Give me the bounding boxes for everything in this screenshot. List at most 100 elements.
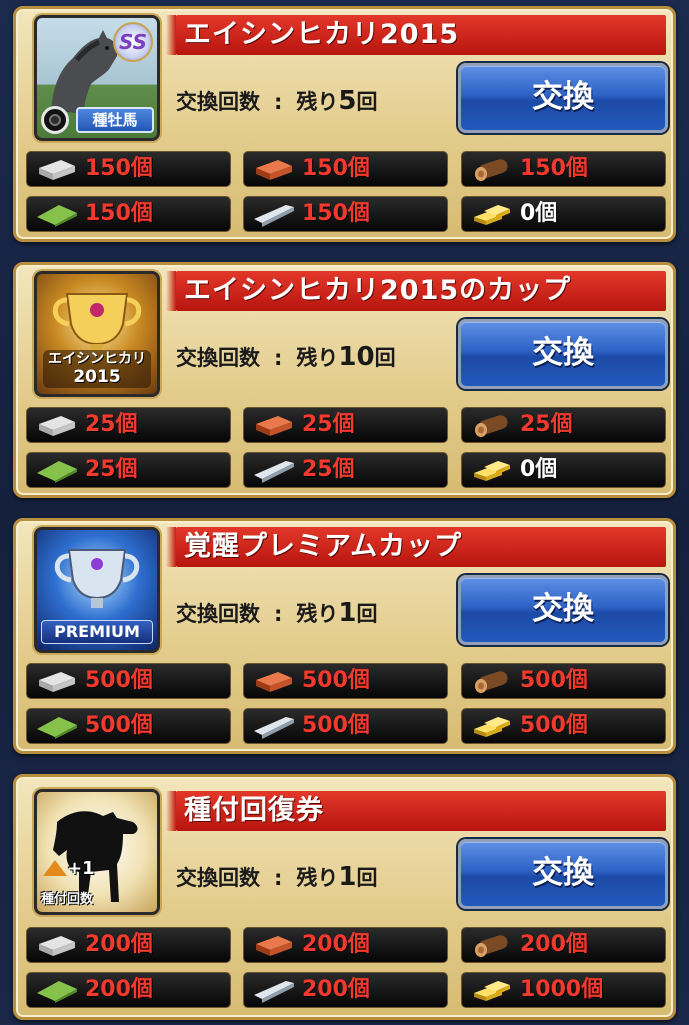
material-amount: 200個 bbox=[520, 932, 588, 957]
material-cost: 500個 bbox=[243, 663, 448, 699]
stallion-tag: 種牡馬 bbox=[76, 107, 154, 133]
remaining-unit: 回 bbox=[374, 346, 396, 370]
premium-cup-thumbnail: PREMIUM bbox=[34, 527, 160, 653]
material-cost: 200個 bbox=[243, 927, 448, 963]
material-amount: 25個 bbox=[302, 457, 355, 482]
turf-roll-icon bbox=[35, 201, 79, 227]
material-amount: 25個 bbox=[85, 457, 138, 482]
material-cost: 25個 bbox=[243, 407, 448, 443]
remaining-prefix: 残り bbox=[296, 602, 339, 626]
material-cost: 500個 bbox=[243, 708, 448, 744]
log-icon bbox=[470, 412, 514, 438]
brick-icon bbox=[252, 932, 296, 958]
brick-icon bbox=[252, 668, 296, 694]
concrete-block-icon bbox=[35, 412, 79, 438]
gold-bar-icon bbox=[470, 201, 514, 227]
material-amount: 500個 bbox=[302, 713, 370, 738]
steel-beam-icon bbox=[252, 977, 296, 1003]
material-cost: 500個 bbox=[461, 663, 666, 699]
exchange-card: PREMIUM 覚醒プレミアムカップ 交換回数: 残り1回 交換 500個 500個… bbox=[13, 518, 676, 754]
material-amount: 0個 bbox=[520, 457, 558, 482]
material-amount: 500個 bbox=[85, 668, 153, 693]
exchange-button[interactable]: 交換 bbox=[458, 575, 668, 645]
exchange-count: 交換回数: 残り1回 bbox=[176, 595, 378, 631]
item-title: エイシンヒカリ2015のカップ bbox=[184, 275, 572, 306]
brick-icon bbox=[252, 156, 296, 182]
remaining-value: 1 bbox=[338, 598, 357, 628]
exchange-card: エイシンヒカリ 2015 エイシンヒカリ2015のカップ 交換回数: 残り10回 … bbox=[13, 262, 676, 498]
exchange-count: 交換回数: 残り5回 bbox=[176, 83, 378, 119]
exchange-count-label: 交換回数 bbox=[176, 90, 260, 114]
exchange-card: SS 種牡馬 エイシンヒカリ2015 交換回数: 残り5回 交換 150個 150個… bbox=[13, 6, 676, 242]
material-amount: 150個 bbox=[85, 156, 153, 181]
cup-label-year: 2015 bbox=[73, 367, 121, 387]
material-amount: 25個 bbox=[85, 412, 138, 437]
material-amount: 500個 bbox=[520, 713, 588, 738]
item-title-bar: エイシンヒカリ2015のカップ bbox=[166, 271, 666, 311]
material-amount: 0個 bbox=[520, 201, 558, 226]
log-icon bbox=[470, 668, 514, 694]
cup-label-name: エイシンヒカリ bbox=[48, 351, 146, 367]
material-grid: 200個 200個 200個 200個 200個 1000個 bbox=[16, 785, 673, 1025]
material-cost: 150個 bbox=[26, 196, 231, 232]
separator: : bbox=[274, 346, 283, 370]
material-amount: 1000個 bbox=[520, 977, 604, 1002]
remaining-value: 5 bbox=[338, 86, 357, 116]
material-cost: 200個 bbox=[243, 972, 448, 1008]
gold-bar-icon bbox=[470, 977, 514, 1003]
remaining-unit: 回 bbox=[356, 602, 378, 626]
ss-badge-label: SS bbox=[118, 30, 148, 54]
material-cost: 150個 bbox=[26, 151, 231, 187]
stallion-thumbnail: SS 種牡馬 bbox=[34, 15, 160, 141]
steel-beam-icon bbox=[252, 713, 296, 739]
material-cost: 25個 bbox=[243, 452, 448, 488]
material-cost: 25個 bbox=[26, 407, 231, 443]
material-amount: 200個 bbox=[302, 932, 370, 957]
exchange-count: 交換回数: 残り10回 bbox=[176, 339, 396, 375]
material-cost: 25個 bbox=[26, 452, 231, 488]
material-amount: 200個 bbox=[302, 977, 370, 1002]
log-icon bbox=[470, 932, 514, 958]
stallion-tag-label: 種牡馬 bbox=[92, 111, 138, 129]
material-amount: 25個 bbox=[520, 412, 573, 437]
turf-roll-icon bbox=[35, 713, 79, 739]
exchange-button[interactable]: 交換 bbox=[458, 319, 668, 389]
material-cost: 150個 bbox=[243, 151, 448, 187]
cup-thumbnail: エイシンヒカリ 2015 bbox=[34, 271, 160, 397]
item-title-bar: エイシンヒカリ2015 bbox=[166, 15, 666, 55]
item-title: エイシンヒカリ2015 bbox=[184, 19, 460, 50]
exchange-card: +1 種付回数 種付回復券 交換回数: 残り1回 交換 200個 200個 200個 2… bbox=[13, 774, 676, 1020]
item-title-bar: 覚醒プレミアムカップ bbox=[166, 527, 666, 567]
material-amount: 150個 bbox=[302, 201, 370, 226]
record-icon bbox=[41, 106, 69, 134]
exchange-count-label: 交換回数 bbox=[176, 346, 260, 370]
turf-roll-icon bbox=[35, 977, 79, 1003]
brick-icon bbox=[252, 412, 296, 438]
material-amount: 150個 bbox=[520, 156, 588, 181]
material-amount: 150個 bbox=[302, 156, 370, 181]
material-cost: 200個 bbox=[26, 927, 231, 963]
material-amount: 500個 bbox=[520, 668, 588, 693]
material-amount: 150個 bbox=[85, 201, 153, 226]
log-icon bbox=[470, 156, 514, 182]
material-cost: 25個 bbox=[461, 407, 666, 443]
separator: : bbox=[274, 90, 283, 114]
concrete-block-icon bbox=[35, 668, 79, 694]
ss-badge: SS bbox=[113, 22, 153, 62]
material-amount: 200個 bbox=[85, 932, 153, 957]
material-amount: 500個 bbox=[302, 668, 370, 693]
exchange-list: SS 種牡馬 エイシンヒカリ2015 交換回数: 残り5回 交換 150個 150個… bbox=[0, 0, 689, 1024]
exchange-count-label: 交換回数 bbox=[176, 602, 260, 626]
separator: : bbox=[274, 602, 283, 626]
material-cost: 0個 bbox=[461, 452, 666, 488]
remaining-prefix: 残り bbox=[296, 346, 339, 370]
material-cost: 0個 bbox=[461, 196, 666, 232]
remaining-unit: 回 bbox=[356, 90, 378, 114]
remaining-prefix: 残り bbox=[296, 90, 339, 114]
steel-beam-icon bbox=[252, 457, 296, 483]
material-amount: 500個 bbox=[85, 713, 153, 738]
material-cost: 1000個 bbox=[461, 972, 666, 1008]
exchange-button[interactable]: 交換 bbox=[458, 63, 668, 133]
turf-roll-icon bbox=[35, 457, 79, 483]
cup-label-plate: エイシンヒカリ 2015 bbox=[43, 350, 151, 388]
